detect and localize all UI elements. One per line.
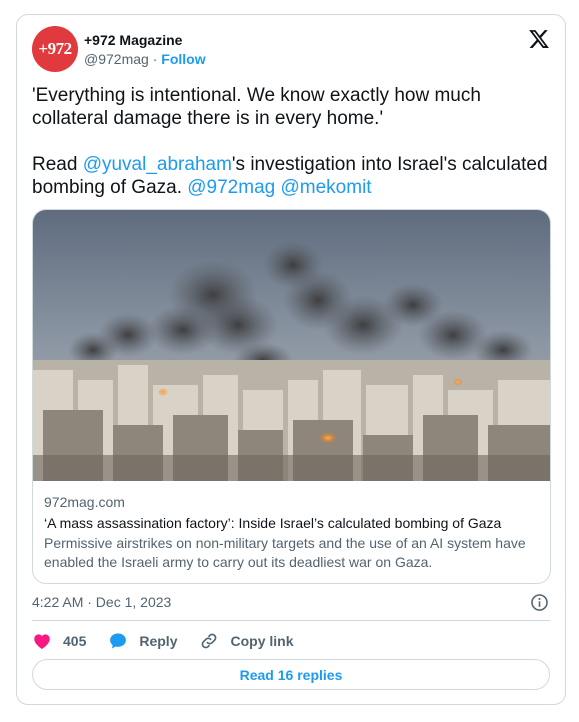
copy-link-button[interactable]: Copy link xyxy=(199,631,294,651)
tweet-embed-card: +972 +972 Magazine @972mag · Follow 'Eve… xyxy=(16,14,566,705)
mention-yuval-abraham[interactable]: @yuval_abraham xyxy=(83,154,232,175)
author-names: +972 Magazine @972mag · Follow xyxy=(84,31,206,69)
heart-icon xyxy=(34,634,50,649)
separator-dot: · xyxy=(152,51,158,67)
tweet-text: 'Everything is intentional. We know exac… xyxy=(32,84,554,199)
action-bar: 405 Reply Copy link xyxy=(32,629,316,653)
tweet-timestamp[interactable]: 4:22 AM · Dec 1, 2023 xyxy=(32,592,171,612)
reply-bubble-icon xyxy=(110,633,127,649)
article-image xyxy=(33,210,550,481)
link-description: Permissive airstrikes on non-military ta… xyxy=(44,535,526,570)
link-title: ‘A mass assassination factory’: Inside I… xyxy=(44,515,502,531)
tweet-body: Read @yuval_abraham's investigation into… xyxy=(32,153,554,199)
follow-button[interactable]: Follow xyxy=(161,51,205,67)
reply-button[interactable]: Reply xyxy=(108,631,177,651)
avatar[interactable]: +972 xyxy=(32,26,78,72)
author-handle[interactable]: @972mag xyxy=(84,51,149,67)
divider xyxy=(32,620,550,621)
read-replies-button[interactable]: Read 16 replies xyxy=(32,659,550,690)
info-icon[interactable] xyxy=(530,593,549,612)
tweet-header: +972 +972 Magazine @972mag · Follow xyxy=(32,26,550,74)
tweet-quote: 'Everything is intentional. We know exac… xyxy=(32,85,481,129)
read-prefix: Read xyxy=(32,154,83,175)
mention-mekomit[interactable]: @mekomit xyxy=(281,177,372,198)
x-logo-icon[interactable] xyxy=(528,28,550,50)
handle-row: @972mag · Follow xyxy=(84,49,206,69)
like-button[interactable]: 405 xyxy=(32,631,86,651)
link-domain: 972mag.com xyxy=(44,494,125,510)
copy-link-label: Copy link xyxy=(230,633,294,649)
reply-label: Reply xyxy=(139,633,178,649)
like-count: 405 xyxy=(63,633,87,649)
link-meta: 972mag.com ‘A mass assassination factory… xyxy=(44,493,538,572)
author-display-name[interactable]: +972 Magazine xyxy=(84,31,206,49)
mention-972mag[interactable]: @972mag xyxy=(187,177,275,198)
link-icon xyxy=(202,633,217,649)
link-preview-card[interactable]: 972mag.com ‘A mass assassination factory… xyxy=(32,209,551,584)
